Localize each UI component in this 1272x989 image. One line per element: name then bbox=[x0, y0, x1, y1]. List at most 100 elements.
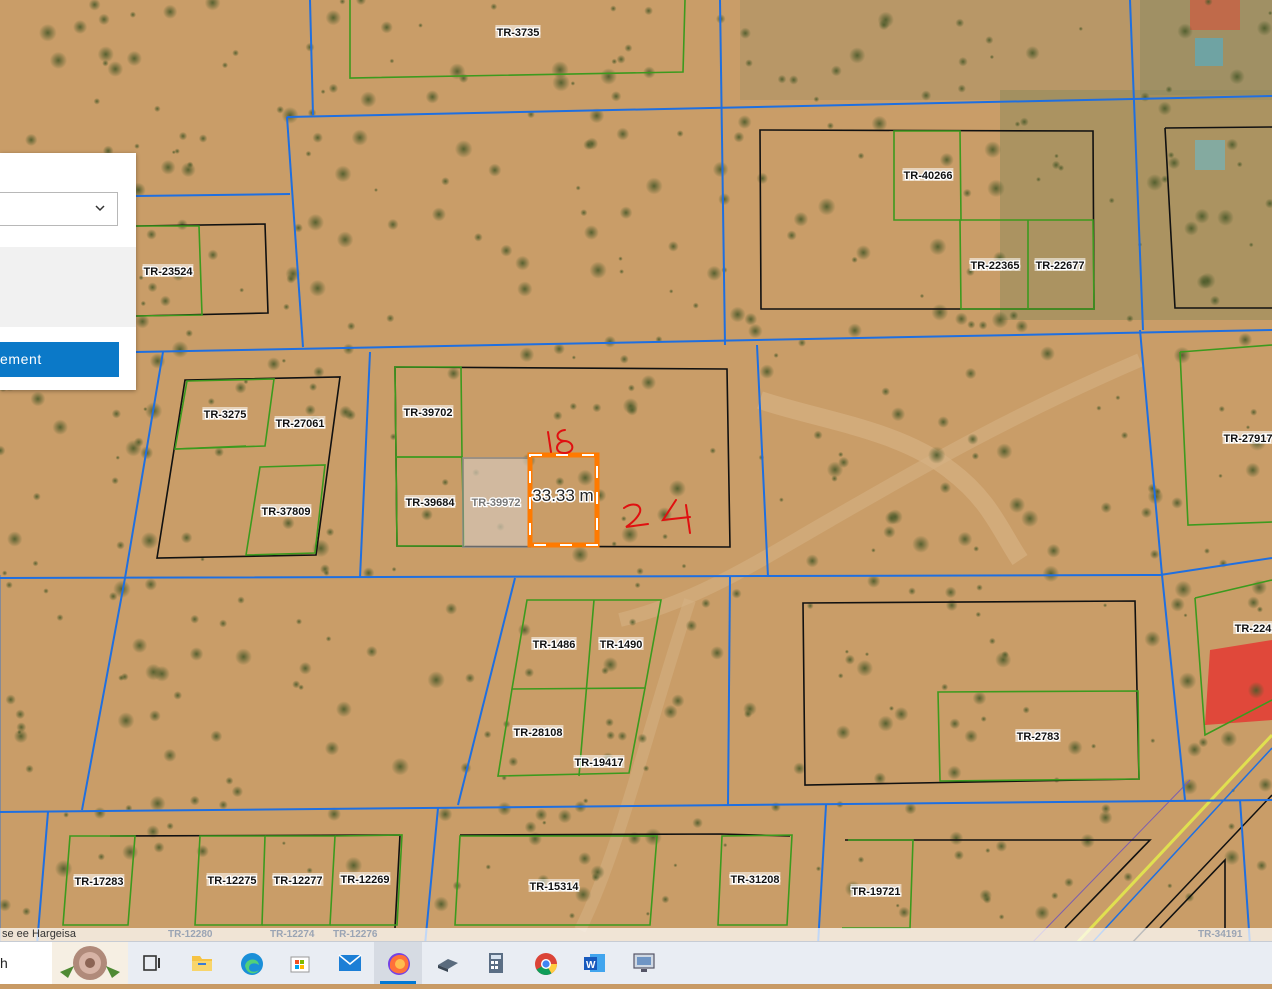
parcel-label[interactable]: TR-23524 bbox=[142, 265, 194, 280]
firefox-icon[interactable] bbox=[374, 942, 422, 984]
widgets-flower-icon[interactable] bbox=[52, 942, 128, 984]
vegetation bbox=[446, 366, 461, 381]
vegetation bbox=[380, 21, 393, 34]
parcel-label[interactable]: TR-40266 bbox=[902, 169, 953, 184]
edge-icon[interactable] bbox=[227, 942, 275, 984]
vegetation bbox=[667, 241, 679, 252]
parcel-label[interactable]: TR-39684 bbox=[404, 496, 456, 511]
vegetation bbox=[374, 188, 378, 192]
satellite-map[interactable]: TR-3735 TR-40266 TR-22365 TR-22677 TR-23524 T… bbox=[0, 0, 1272, 945]
parcel-label[interactable]: TR-224 bbox=[1233, 622, 1272, 637]
vegetation bbox=[1051, 892, 1059, 900]
parcel-label[interactable]: TR-39702 bbox=[402, 406, 453, 421]
vegetation bbox=[1223, 849, 1240, 866]
parcel-label[interactable]: TR-28108 bbox=[512, 726, 563, 741]
svg-text:W: W bbox=[586, 960, 596, 971]
vegetation bbox=[418, 23, 423, 28]
vegetation bbox=[309, 382, 318, 392]
vegetation bbox=[592, 403, 602, 413]
word-icon[interactable]: W bbox=[570, 942, 618, 984]
vegetation bbox=[490, 3, 498, 11]
vegetation bbox=[770, 802, 781, 812]
vegetation bbox=[1009, 310, 1019, 321]
vegetation bbox=[1091, 743, 1097, 749]
vegetation bbox=[178, 131, 188, 141]
parcel-label[interactable]: TR-37809 bbox=[260, 505, 311, 520]
parcel-label[interactable]: TR-27917 bbox=[1222, 432, 1272, 447]
layer-select[interactable] bbox=[0, 192, 118, 226]
vegetation bbox=[637, 733, 648, 744]
vegetation bbox=[1067, 740, 1083, 756]
vegetation bbox=[604, 335, 616, 348]
parcel-label[interactable]: TR-19721 bbox=[850, 885, 901, 900]
vegetation bbox=[225, 776, 234, 785]
vegetation bbox=[1209, 295, 1221, 306]
vegetation bbox=[1167, 156, 1181, 170]
vegetation bbox=[309, 279, 327, 297]
vegetation bbox=[145, 663, 162, 681]
taskbar-search-box[interactable]: h bbox=[0, 942, 52, 984]
vegetation bbox=[973, 545, 980, 552]
vegetation bbox=[1256, 860, 1268, 872]
vegetation bbox=[929, 238, 947, 256]
vegetation bbox=[644, 828, 662, 846]
vegetation bbox=[298, 661, 312, 675]
calculator-icon[interactable] bbox=[472, 942, 520, 984]
parcel-label[interactable]: TR-12277 bbox=[272, 874, 323, 889]
vegetation bbox=[883, 525, 896, 539]
vegetation bbox=[618, 256, 623, 262]
parcel-label[interactable]: TR-3275 bbox=[202, 408, 247, 423]
vegetation bbox=[669, 289, 674, 294]
store-icon[interactable] bbox=[276, 942, 324, 984]
parcel-label[interactable]: TR-27061 bbox=[274, 417, 325, 432]
vegetation bbox=[524, 821, 537, 834]
vegetation bbox=[964, 729, 978, 744]
vegetation bbox=[610, 91, 622, 102]
file-explorer-icon[interactable] bbox=[178, 942, 226, 984]
parcel-label[interactable]: TR-12275 bbox=[206, 874, 257, 889]
chrome-icon[interactable] bbox=[521, 942, 569, 984]
vegetation bbox=[306, 867, 313, 874]
vegetation bbox=[1057, 164, 1065, 172]
parcel-label[interactable]: TR-1486 bbox=[531, 638, 576, 653]
vegetation bbox=[180, 531, 193, 544]
parcel-label[interactable]: TR-2783 bbox=[1015, 730, 1060, 745]
vegetation bbox=[1100, 502, 1112, 514]
remote-desktop-icon[interactable] bbox=[619, 942, 667, 984]
parcel-label[interactable]: TR-3735 bbox=[495, 26, 540, 41]
vegetation bbox=[1177, 23, 1193, 39]
parcel-label[interactable]: TR-12269 bbox=[339, 873, 390, 888]
vegetation bbox=[219, 619, 228, 628]
parcel-label[interactable]: TR-22365 bbox=[969, 259, 1020, 274]
vegetation bbox=[995, 840, 1008, 852]
terminal-icon[interactable] bbox=[423, 942, 471, 984]
measurement-button[interactable]: ement bbox=[0, 342, 119, 377]
vegetation bbox=[117, 712, 135, 730]
vegetation bbox=[1108, 197, 1115, 204]
mail-icon[interactable] bbox=[325, 942, 373, 984]
task-view-icon[interactable] bbox=[128, 942, 176, 984]
vegetation bbox=[967, 320, 976, 329]
vegetation bbox=[788, 75, 799, 85]
vegetation bbox=[988, 637, 996, 645]
vegetation bbox=[756, 172, 769, 185]
parcel-label[interactable]: TR-31208 bbox=[729, 873, 780, 888]
vegetation bbox=[149, 710, 161, 722]
vegetation bbox=[878, 19, 890, 31]
vegetation bbox=[305, 150, 312, 157]
vegetation bbox=[111, 477, 119, 485]
vegetation bbox=[569, 402, 578, 411]
parcel-label[interactable]: TR-1490 bbox=[598, 638, 643, 653]
vegetation bbox=[894, 706, 909, 722]
vegetation bbox=[221, 62, 229, 69]
parcel-label[interactable]: TR-39972 bbox=[470, 496, 521, 511]
parcel-label[interactable]: TR-22677 bbox=[1034, 259, 1085, 274]
vegetation bbox=[759, 364, 775, 379]
parcel-label[interactable]: TR-15314 bbox=[528, 880, 580, 895]
vegetation bbox=[338, 405, 353, 419]
parcel-label[interactable]: TR-17283 bbox=[73, 875, 124, 890]
vegetation bbox=[937, 416, 950, 428]
vegetation bbox=[1036, 176, 1041, 182]
parcel-label[interactable]: TR-19417 bbox=[573, 756, 624, 771]
vegetation bbox=[207, 249, 219, 261]
